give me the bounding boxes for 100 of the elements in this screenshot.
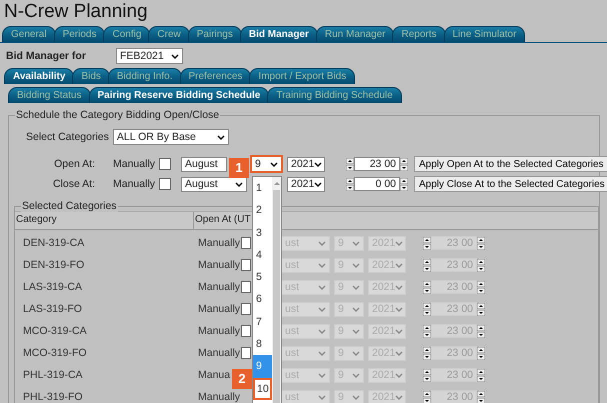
hour-down-button[interactable] bbox=[346, 164, 354, 170]
category-cell-text: PHL-319-FO bbox=[22, 392, 84, 402]
schedule-tab[interactable]: Training Bidding Schedule bbox=[267, 87, 402, 103]
manual-checkbox[interactable] bbox=[241, 325, 251, 337]
manual-checkbox[interactable] bbox=[159, 158, 171, 170]
hour-up-button[interactable] bbox=[423, 368, 431, 374]
hour-up-button[interactable] bbox=[423, 302, 431, 308]
apply-button[interactable]: Apply Close At to the Selected Categories bbox=[414, 176, 607, 192]
nav-tab[interactable]: General bbox=[2, 26, 56, 42]
time-field[interactable]: 23 00 bbox=[431, 368, 477, 382]
mode-label: Manually bbox=[198, 238, 240, 248]
chevron-icon bbox=[352, 262, 360, 268]
time-field[interactable]: 23 00 bbox=[431, 258, 477, 272]
scrollbar[interactable] bbox=[272, 177, 281, 403]
chevron-icon bbox=[270, 162, 278, 166]
day-select[interactable]: 9 bbox=[250, 155, 283, 173]
hour-down-button[interactable] bbox=[423, 244, 431, 250]
period-select[interactable]: FEB2021 bbox=[116, 48, 183, 64]
minute-down-button[interactable] bbox=[477, 288, 485, 294]
chevron-icon bbox=[318, 372, 326, 378]
hour-down-button[interactable] bbox=[423, 266, 431, 272]
callout-badge: 2 bbox=[232, 368, 252, 389]
time-field[interactable]: 23 00 bbox=[431, 324, 477, 338]
day-option[interactable]: 1 bbox=[253, 177, 272, 200]
nav-tab[interactable]: Run Manager bbox=[316, 26, 394, 42]
minute-up-button[interactable] bbox=[400, 158, 408, 164]
hour-down-button[interactable] bbox=[423, 310, 431, 316]
minute-up-button[interactable] bbox=[477, 368, 485, 374]
hour-down-button[interactable] bbox=[423, 332, 431, 338]
manual-checkbox[interactable] bbox=[241, 259, 251, 271]
minute-up-button[interactable] bbox=[477, 258, 485, 264]
minute-down-button[interactable] bbox=[477, 244, 485, 250]
nav-tab[interactable]: Pairings bbox=[188, 26, 242, 42]
hour-up-button[interactable] bbox=[423, 390, 431, 396]
hour-down-button[interactable] bbox=[423, 288, 431, 294]
day-option[interactable]: 2 bbox=[253, 199, 272, 222]
minute-down-button[interactable] bbox=[400, 164, 408, 170]
manual-checkbox[interactable] bbox=[159, 178, 171, 190]
hour-down-button[interactable] bbox=[423, 354, 431, 360]
manual-checkbox[interactable] bbox=[241, 237, 251, 249]
minute-up-button[interactable] bbox=[477, 390, 485, 396]
mode-label: Manually bbox=[198, 392, 240, 402]
hour-up-button[interactable] bbox=[346, 178, 354, 184]
select-categories-label: Select Categories bbox=[26, 131, 109, 143]
chevron-icon bbox=[216, 134, 225, 140]
time-field[interactable]: 23 00 bbox=[431, 280, 477, 294]
minute-up-button[interactable] bbox=[400, 178, 408, 184]
hour-down-button[interactable] bbox=[423, 376, 431, 382]
nav-tab[interactable]: Config bbox=[103, 26, 150, 42]
hour-up-button[interactable] bbox=[423, 346, 431, 352]
time-field[interactable]: 23 00 bbox=[431, 390, 477, 403]
sub-tab[interactable]: Bidding Info. bbox=[108, 68, 182, 84]
sub-tab[interactable]: Import / Export Bids bbox=[249, 68, 356, 84]
manual-checkbox[interactable] bbox=[241, 347, 251, 359]
chevron-icon bbox=[395, 372, 404, 378]
categories-select[interactable]: ALL OR By Base bbox=[112, 129, 229, 145]
day-option[interactable]: 10 bbox=[253, 378, 272, 400]
minute-down-button[interactable] bbox=[477, 332, 485, 338]
sub-tab[interactable]: Preferences bbox=[180, 68, 252, 84]
year-select[interactable]: 2021 bbox=[287, 176, 325, 192]
year-select[interactable]: 2021 bbox=[287, 156, 325, 172]
time-field[interactable]: 23 00 bbox=[354, 157, 400, 171]
apply-button[interactable]: Apply Open At to the Selected Categories bbox=[414, 156, 607, 172]
minute-down-button[interactable] bbox=[477, 266, 485, 272]
minute-up-button[interactable] bbox=[477, 280, 485, 286]
sub-tab[interactable]: Availability bbox=[4, 68, 74, 84]
time-field[interactable]: 23 00 bbox=[431, 346, 477, 360]
time-field[interactable]: 23 00 bbox=[431, 302, 477, 316]
minute-up-button[interactable] bbox=[477, 302, 485, 308]
chevron-icon bbox=[318, 240, 326, 246]
time-field[interactable]: 23 00 bbox=[431, 236, 477, 250]
schedule-tab[interactable]: Bidding Status bbox=[8, 87, 90, 103]
hour-up-button[interactable] bbox=[423, 280, 431, 286]
minute-down-button[interactable] bbox=[400, 184, 408, 190]
sub-tab[interactable]: Bids bbox=[72, 68, 110, 84]
minute-up-button[interactable] bbox=[477, 324, 485, 330]
minute-up-button[interactable] bbox=[477, 346, 485, 352]
nav-tab[interactable]: Crew bbox=[148, 26, 190, 42]
hour-up-button[interactable] bbox=[423, 324, 431, 330]
hour-up-button[interactable] bbox=[346, 158, 354, 164]
month-select[interactable]: August bbox=[181, 176, 247, 192]
nav-tab[interactable]: Periods bbox=[54, 26, 106, 42]
manual-checkbox[interactable] bbox=[241, 281, 251, 293]
nav-tab[interactable]: Reports bbox=[392, 26, 446, 42]
manual-checkbox[interactable] bbox=[241, 303, 251, 315]
month-select[interactable]: August bbox=[181, 156, 227, 172]
hour-up-button[interactable] bbox=[423, 258, 431, 264]
day-option[interactable]: 9 bbox=[253, 355, 272, 378]
time-field[interactable]: 0 00 bbox=[354, 177, 400, 191]
hour-up-button[interactable] bbox=[423, 236, 431, 242]
minute-down-button[interactable] bbox=[477, 398, 485, 403]
nav-tab[interactable]: Line Simulator bbox=[444, 26, 526, 42]
column-header: Category bbox=[15, 212, 194, 229]
schedule-tab[interactable]: Pairing Reserve Bidding Schedule bbox=[88, 87, 270, 103]
minute-down-button[interactable] bbox=[477, 310, 485, 316]
minute-down-button[interactable] bbox=[477, 376, 485, 382]
nav-tab[interactable]: Bid Manager bbox=[240, 26, 318, 42]
minute-up-button[interactable] bbox=[477, 236, 485, 242]
minute-down-button[interactable] bbox=[477, 354, 485, 360]
hour-down-button[interactable] bbox=[346, 184, 354, 190]
